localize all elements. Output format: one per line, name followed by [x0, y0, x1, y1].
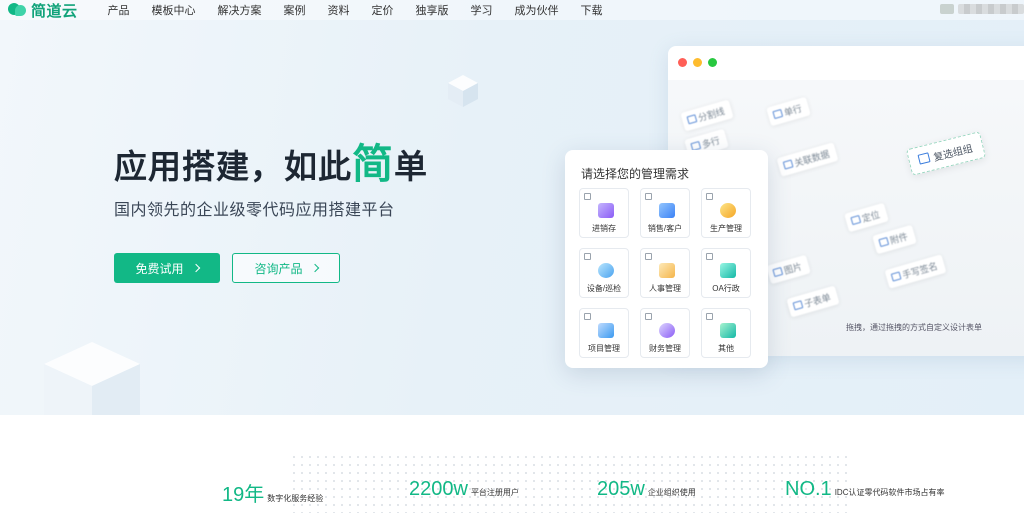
option-project[interactable]: 项目管理 [579, 308, 629, 358]
checkbox[interactable] [584, 313, 591, 320]
nav-item-learn[interactable]: 学习 [471, 2, 493, 18]
consult-product-button[interactable]: 咨询产品 [232, 253, 340, 283]
stat-orgs: 205w 企业组织使用 [597, 478, 696, 501]
need-options-grid: 进销存 销售/客户 生产管理 设备/巡检 人事管理 OA行政 项目管理 财务管理… [579, 188, 751, 358]
gear-icon [720, 203, 736, 218]
stat-value: 2200w [409, 478, 468, 500]
stats-section: 19年 数字化服务经验 2200w 平台注册用户 205w 企业组织使用 NO.… [0, 415, 1024, 513]
nav-item-download[interactable]: 下载 [581, 2, 603, 18]
nav-item-resources[interactable]: 资料 [328, 2, 350, 18]
hero-title: 应用搭建，如此简单 [114, 141, 428, 187]
free-trial-button[interactable]: 免费试用 [114, 253, 220, 283]
option-sales[interactable]: 销售/客户 [640, 188, 690, 238]
checkbox[interactable] [584, 253, 591, 260]
option-finance[interactable]: 财务管理 [640, 308, 690, 358]
brand-logo[interactable]: 简道云 [8, 0, 78, 21]
checkbox[interactable] [645, 253, 652, 260]
cube-decoration-small [448, 75, 478, 107]
checkbox[interactable] [645, 313, 652, 320]
option-inspection[interactable]: 设备/巡检 [579, 248, 629, 298]
account-name-redacted[interactable] [958, 4, 1024, 14]
stat-label: IDC认证零代码软件市场占有率 [834, 488, 945, 497]
stat-years: 19年 数字化服务经验 [222, 478, 323, 507]
account-area[interactable] [940, 4, 1024, 14]
cube-decoration-large [44, 342, 140, 415]
minimize-dot [693, 58, 702, 67]
drag-hint: 拖拽，通过拖拽的方式自定义设计表单 [846, 323, 982, 332]
id-card-icon [659, 263, 675, 278]
cart-icon [598, 203, 614, 218]
multi-select-chip: 复选组组 [905, 131, 987, 176]
option-production[interactable]: 生产管理 [701, 188, 751, 238]
dot-pattern-decoration [290, 453, 850, 513]
nav-item-solutions[interactable]: 解决方案 [218, 2, 262, 18]
field-chip: 关联数据 [776, 142, 839, 177]
option-other[interactable]: 其他 [701, 308, 751, 358]
checkbox[interactable] [645, 193, 652, 200]
stat-rank: NO.1 IDC认证零代码软件市场占有率 [785, 478, 944, 501]
field-chip: 单行 [766, 96, 811, 127]
avatar[interactable] [940, 4, 954, 14]
grid-icon [720, 323, 736, 338]
window-controls [678, 58, 717, 67]
option-inventory[interactable]: 进销存 [579, 188, 629, 238]
field-chip: 附件 [872, 224, 917, 255]
nav-item-dedicated[interactable]: 独享版 [416, 2, 449, 18]
field-chip: 定位 [844, 202, 889, 233]
checkbox[interactable] [706, 313, 713, 320]
checkbox[interactable] [584, 193, 591, 200]
stat-value: 205w [597, 478, 645, 500]
chart-icon [659, 203, 675, 218]
need-selection-card: 请选择您的管理需求 进销存 销售/客户 生产管理 设备/巡检 人事管理 OA行政… [565, 150, 768, 368]
stat-label: 数字化服务经验 [267, 494, 324, 503]
card-title: 请选择您的管理需求 [581, 167, 690, 181]
field-chip: 手写签名 [884, 254, 947, 289]
checkbox[interactable] [706, 253, 713, 260]
main-menu: 产品 模板中心 解决方案 案例 资料 定价 独享版 学习 成为伙伴 下载 [108, 2, 625, 18]
top-navigation: 简道云 产品 模板中心 解决方案 案例 资料 定价 独享版 学习 成为伙伴 下载 [0, 0, 1024, 20]
brand-name: 简道云 [31, 2, 78, 20]
hero-section: 应用搭建，如此简单 国内领先的企业级零代码应用搭建平台 免费试用 咨询产品 分割… [0, 0, 1024, 415]
stat-users: 2200w 平台注册用户 [409, 478, 519, 501]
chevron-right-icon [310, 263, 319, 273]
field-chip: 子表单 [786, 285, 840, 318]
field-chip: 图片 [766, 254, 811, 285]
magnifier-icon [598, 263, 614, 278]
nav-item-cases[interactable]: 案例 [284, 2, 306, 18]
nav-item-templates[interactable]: 模板中心 [152, 2, 196, 18]
close-dot [678, 58, 687, 67]
nav-item-product[interactable]: 产品 [108, 2, 130, 18]
nav-item-partner[interactable]: 成为伙伴 [515, 2, 559, 18]
office-icon [720, 263, 736, 278]
hero-title-accent: 简 [352, 141, 394, 187]
hero-subtitle: 国内领先的企业级零代码应用搭建平台 [114, 202, 395, 219]
option-oa[interactable]: OA行政 [701, 248, 751, 298]
stat-label: 平台注册用户 [470, 488, 519, 497]
chevron-right-icon [191, 263, 200, 273]
option-hr[interactable]: 人事管理 [640, 248, 690, 298]
checkbox[interactable] [706, 193, 713, 200]
stat-value: NO.1 [785, 478, 832, 500]
folder-icon [598, 323, 614, 338]
maximize-dot [708, 58, 717, 67]
logo-icon [8, 3, 28, 17]
stat-value: 19年 [222, 484, 265, 506]
stat-label: 企业组织使用 [647, 488, 696, 497]
nav-item-pricing[interactable]: 定价 [372, 2, 394, 18]
coin-icon [659, 323, 675, 338]
field-chip: 分割线 [680, 99, 734, 132]
